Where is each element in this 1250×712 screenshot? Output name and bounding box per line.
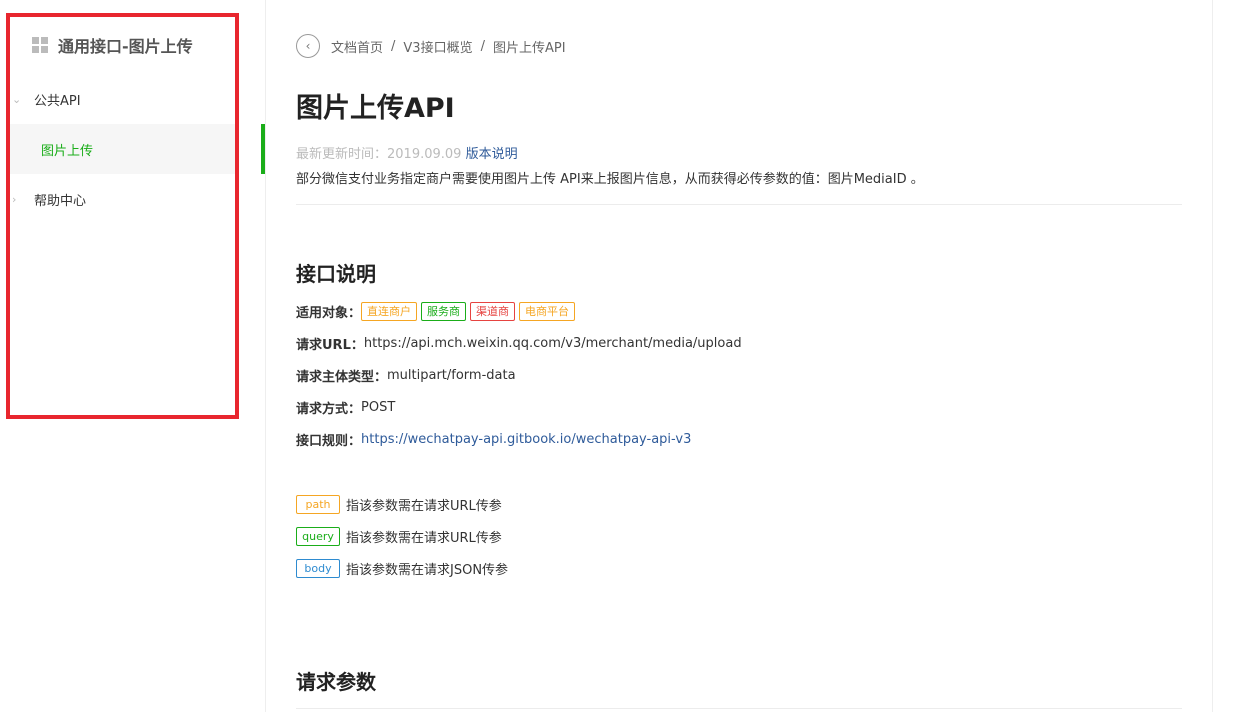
body-tag: body: [296, 559, 340, 578]
update-info: 最新更新时间：2019.09.09 版本说明: [296, 143, 518, 162]
query-tag: query: [296, 527, 340, 546]
method-row: 请求方式： POST: [296, 398, 395, 417]
legend-text: 指该参数需在请求URL传参: [346, 499, 502, 514]
tag-channel: 渠道商: [470, 302, 516, 321]
applicable-label: 适用对象：: [296, 306, 362, 321]
interface-heading: 接口说明: [296, 262, 376, 286]
breadcrumb-v3-overview[interactable]: V3接口概览: [403, 37, 472, 56]
breadcrumb-current: 图片上传API: [492, 40, 566, 56]
active-indicator: [261, 124, 265, 174]
legend-text: 指该参数需在请求URL传参: [346, 531, 502, 546]
method-value: POST: [361, 400, 396, 415]
content-right-border: [1212, 0, 1213, 712]
sidebar-item-label: 图片上传: [41, 143, 94, 159]
rules-row: 接口规则： https://wechatpay-api.gitbook.io/w…: [296, 430, 691, 449]
tag-ecommerce: 电商平台: [519, 302, 576, 321]
tag-service-provider: 服务商: [421, 302, 467, 321]
applicable-row: 适用对象： 直连商户 服务商 渠道商 电商平台: [296, 302, 579, 321]
legend-query: query 指该参数需在请求URL传参: [296, 527, 502, 546]
sidebar-section-label: 公共API: [34, 93, 81, 109]
sidebar-section-public-api[interactable]: ⌄ 公共API: [0, 84, 238, 114]
request-url-row: 请求URL： https://api.mch.weixin.qq.com/v3/…: [296, 334, 742, 353]
request-url-label: 请求URL：: [296, 338, 364, 353]
legend-text: 指该参数需在请求JSON传参: [346, 563, 509, 578]
sidebar-section-help-center[interactable]: › 帮助中心: [0, 184, 238, 214]
rules-label: 接口规则：: [296, 434, 362, 449]
back-arrow-icon[interactable]: ‹: [296, 34, 320, 58]
page-title: 图片上传API: [296, 93, 455, 124]
chevron-right-icon: ›: [12, 192, 17, 206]
content-type-label: 请求主体类型：: [296, 370, 388, 385]
tag-direct-merchant: 直连商户: [361, 302, 418, 321]
method-label: 请求方式：: [296, 402, 362, 417]
request-url-value: https://api.mch.weixin.qq.com/v3/merchan…: [363, 336, 742, 351]
sidebar-title-text: 通用接口-图片上传: [58, 37, 193, 56]
sidebar-title: 通用接口-图片上传: [32, 34, 193, 56]
page-description: 部分微信支付业务指定商户需要使用图片上传 API来上报图片信息，从而获得必传参数…: [296, 172, 924, 187]
divider: [296, 708, 1182, 709]
chevron-down-icon: ⌄: [12, 92, 22, 106]
sidebar-section-label: 帮助中心: [34, 193, 87, 209]
breadcrumb-separator: /: [480, 38, 485, 54]
rules-link[interactable]: https://wechatpay-api.gitbook.io/wechatp…: [361, 432, 691, 447]
breadcrumb: ‹ 文档首页 / V3接口概览 / 图片上传API: [296, 33, 566, 59]
sidebar: 通用接口-图片上传 ⌄ 公共API 图片上传 › 帮助中心: [0, 0, 266, 712]
sidebar-item-image-upload[interactable]: 图片上传: [8, 124, 238, 174]
path-tag: path: [296, 495, 340, 514]
legend-path: path 指该参数需在请求URL传参: [296, 495, 502, 514]
content-type-row: 请求主体类型： multipart/form-data: [296, 366, 516, 385]
version-notes-link[interactable]: 版本说明: [466, 147, 518, 162]
breadcrumb-docs-home[interactable]: 文档首页: [331, 37, 383, 56]
breadcrumb-separator: /: [391, 38, 396, 54]
request-params-heading: 请求参数: [296, 670, 376, 694]
update-time: 最新更新时间：2019.09.09: [296, 147, 462, 162]
legend-body: body 指该参数需在请求JSON传参: [296, 559, 508, 578]
grid-icon: [32, 37, 48, 53]
divider: [296, 204, 1182, 205]
content-type-value: multipart/form-data: [387, 368, 516, 383]
